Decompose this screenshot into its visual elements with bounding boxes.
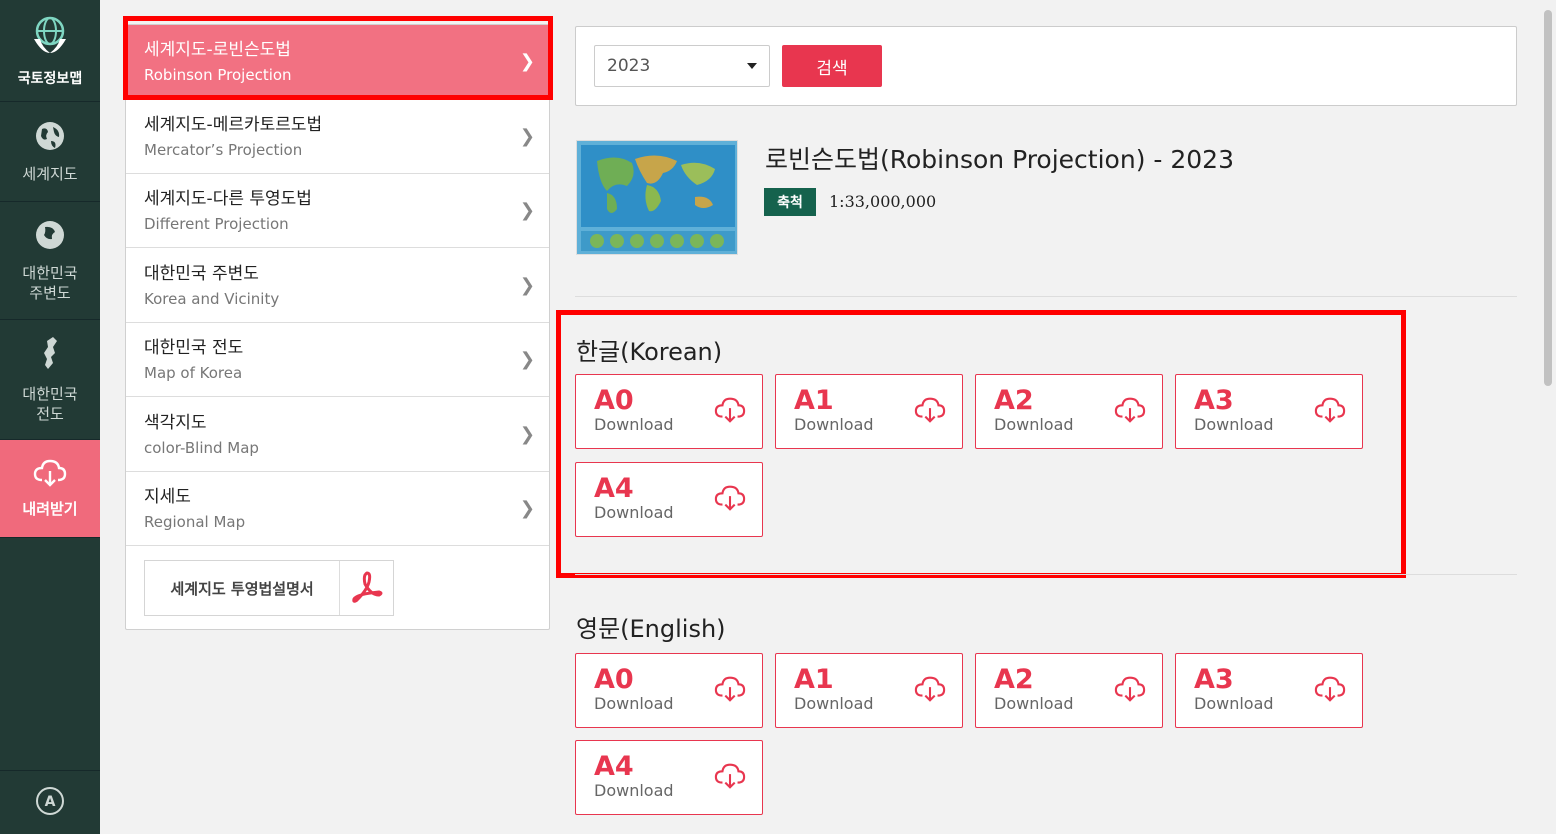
year-select-value: 2023 — [607, 56, 651, 76]
globe-icon — [33, 119, 67, 158]
sidebar-item-label: 대한민국 전도 — [22, 385, 78, 423]
globe-leaf-logo-icon — [28, 13, 72, 63]
map-thumbnail[interactable] — [576, 140, 738, 255]
highlight-box-korean — [556, 310, 1406, 578]
paper-size-label: A3 — [1194, 664, 1234, 695]
download-label: Download — [594, 781, 674, 800]
chevron-right-icon: ❯ — [519, 275, 535, 296]
sidebar-item-label: 세계지도 — [22, 165, 78, 183]
sidebar: 국토정보맵 세계지도 대한민국 주변도 대한민국 전도 내려받기 A — [0, 0, 100, 834]
cloud-download-icon — [714, 674, 746, 708]
search-panel: 2023 검색 — [575, 26, 1517, 106]
english-download-a1-button[interactable]: A1 Download — [775, 653, 963, 728]
korea-peninsula-icon — [33, 335, 67, 378]
english-download-a4-button[interactable]: A4 Download — [575, 740, 763, 815]
highlight-box-menu — [123, 16, 553, 100]
menu-item-title: 대한민국 주변도 — [144, 264, 259, 284]
divider — [575, 574, 1517, 575]
menu-item-title: 지세도 — [144, 487, 191, 507]
menu-item-subtitle: Regional Map — [144, 513, 246, 531]
paper-size-label: A1 — [794, 664, 834, 695]
menu-item-regional[interactable]: 지세도 Regional Map ❯ — [126, 472, 549, 546]
english-section-title: 영문(English) — [576, 615, 726, 643]
menu-item-subtitle: Map of Korea — [144, 364, 243, 382]
menu-item-korea-vicinity[interactable]: 대한민국 주변도 Korea and Vicinity ❯ — [126, 249, 549, 323]
paper-size-label: A4 — [594, 751, 634, 782]
scale-value: 1:33,000,000 — [829, 192, 937, 211]
chevron-right-icon: ❯ — [519, 200, 535, 221]
menu-item-subtitle: Korea and Vicinity — [144, 290, 280, 308]
year-select[interactable]: 2023 — [594, 45, 770, 87]
logo-label: 국토정보맵 — [17, 70, 83, 87]
download-label: Download — [594, 694, 674, 713]
menu-item-subtitle: Different Projection — [144, 215, 289, 233]
menu-item-title: 색각지도 — [144, 413, 207, 433]
paper-size-label: A2 — [994, 664, 1034, 695]
english-download-a3-button[interactable]: A3 Download — [1175, 653, 1363, 728]
scale-badge: 축척 — [764, 188, 816, 216]
cloud-download-icon — [914, 674, 946, 708]
menu-item-subtitle: Mercator’s Projection — [144, 141, 303, 159]
pdf-button-label: 세계지도 투영법설명서 — [170, 579, 314, 598]
cloud-download-icon — [1114, 674, 1146, 708]
menu-item-title: 대한민국 전도 — [144, 338, 244, 358]
globe-asia-icon — [33, 218, 67, 257]
menu-item-different-projection[interactable]: 세계지도-다른 투영도법 Different Projection ❯ — [126, 174, 549, 248]
cloud-download-icon — [714, 761, 746, 795]
caret-down-icon — [747, 63, 757, 69]
chevron-right-icon: ❯ — [519, 126, 535, 147]
sidebar-item-download[interactable]: 내려받기 — [0, 440, 100, 538]
svg-text:A: A — [45, 794, 56, 810]
logo-home-link[interactable]: 국토정보맵 — [0, 0, 100, 102]
accessibility-button[interactable]: A — [0, 770, 100, 834]
projection-guide-pdf-button[interactable]: 세계지도 투영법설명서 — [144, 560, 394, 616]
map-title: 로빈슨도법(Robinson Projection) - 2023 — [765, 145, 1234, 174]
sidebar-item-korea-map[interactable]: 대한민국 전도 — [0, 320, 100, 440]
chevron-right-icon: ❯ — [519, 424, 535, 445]
menu-item-color-blind[interactable]: 색각지도 color-Blind Map ❯ — [126, 398, 549, 472]
english-download-a2-button[interactable]: A2 Download — [975, 653, 1163, 728]
sidebar-item-label: 내려받기 — [22, 500, 78, 518]
divider — [575, 296, 1517, 297]
menu-item-title: 세계지도-메르카토르도법 — [144, 115, 323, 135]
search-button[interactable]: 검색 — [782, 45, 882, 87]
menu-item-map-of-korea[interactable]: 대한민국 전도 Map of Korea ❯ — [126, 323, 549, 397]
menu-item-title: 세계지도-다른 투영도법 — [144, 189, 312, 209]
chevron-right-icon: ❯ — [519, 498, 535, 519]
chevron-right-icon: ❯ — [519, 349, 535, 370]
menu-item-mercator[interactable]: 세계지도-메르카토르도법 Mercator’s Projection ❯ — [126, 100, 549, 174]
sidebar-item-korea-vicinity[interactable]: 대한민국 주변도 — [0, 202, 100, 320]
menu-item-subtitle: color-Blind Map — [144, 439, 259, 457]
paper-size-label: A0 — [594, 664, 634, 695]
sidebar-item-label: 대한민국 주변도 — [22, 264, 78, 302]
cloud-download-icon — [33, 458, 67, 493]
english-download-a0-button[interactable]: A0 Download — [575, 653, 763, 728]
category-menu: 세계지도-로빈슨도법 Robinson Projection ❯ 세계지도-메르… — [125, 24, 550, 630]
pdf-icon — [339, 561, 393, 615]
scrollbar-thumb[interactable] — [1544, 10, 1552, 386]
accessibility-a-icon: A — [34, 785, 66, 821]
scrollbar[interactable] — [1540, 0, 1556, 834]
download-label: Download — [1194, 694, 1274, 713]
download-label: Download — [794, 694, 874, 713]
cloud-download-icon — [1314, 674, 1346, 708]
download-label: Download — [994, 694, 1074, 713]
sidebar-item-world-map[interactable]: 세계지도 — [0, 102, 100, 202]
